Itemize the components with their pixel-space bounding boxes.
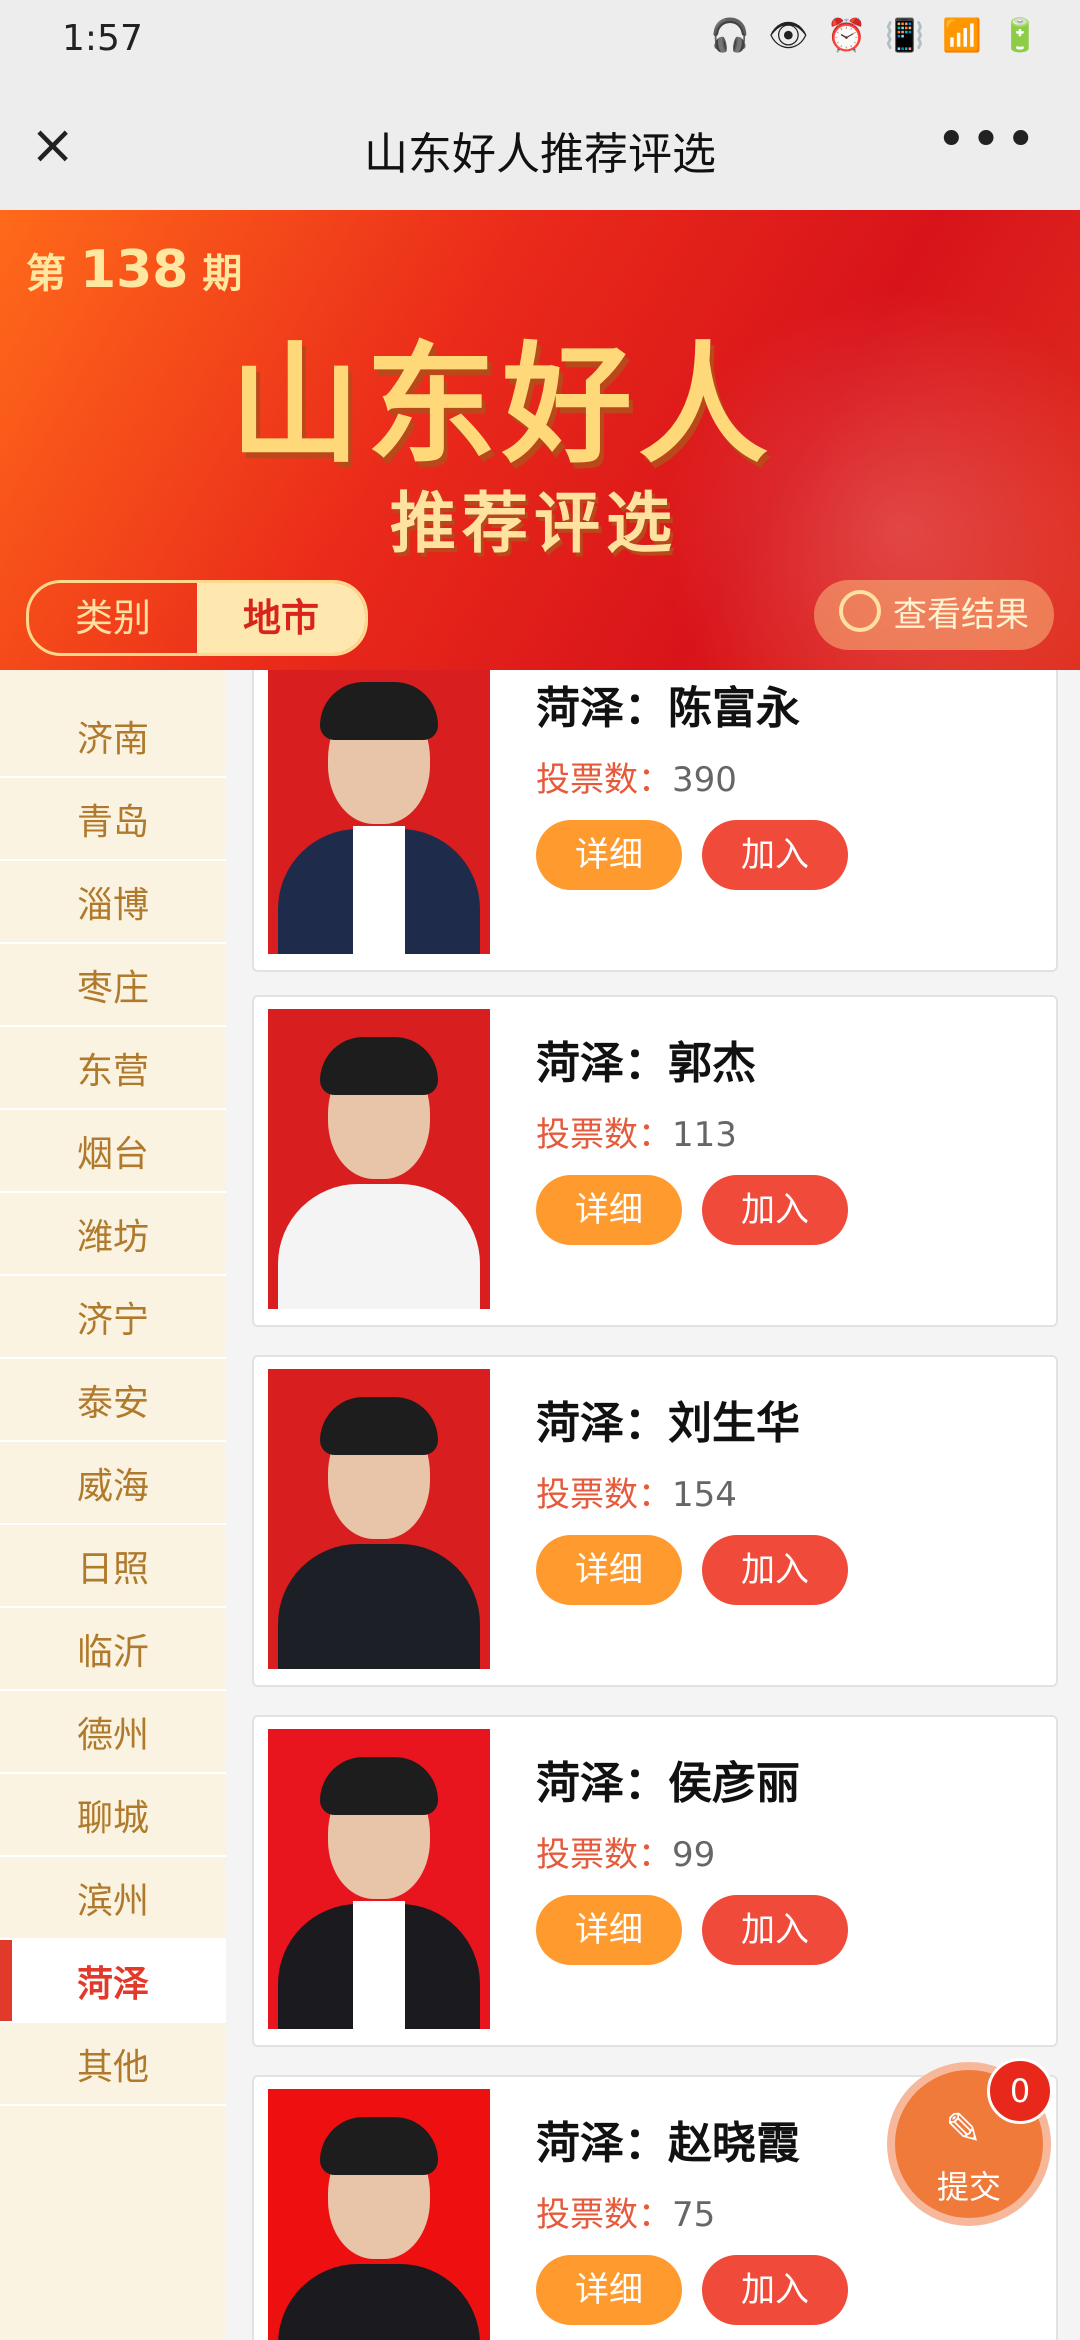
sidebar-item-taian[interactable]: 泰安 bbox=[0, 1359, 226, 1442]
sidebar-item-yantai[interactable]: 烟台 bbox=[0, 1110, 226, 1193]
candidate-name: 菏泽：侯彦丽 bbox=[536, 1758, 800, 1809]
sidebar-item-jinan[interactable]: 济南 bbox=[0, 695, 226, 778]
sidebar-item-zaozhuang[interactable]: 枣庄 bbox=[0, 944, 226, 1027]
alarm-icon: ⏰ bbox=[826, 16, 867, 54]
battery-icon: 🔋 bbox=[1000, 16, 1040, 54]
candidate-name: 菏泽：郭杰 bbox=[536, 1038, 756, 1089]
vote-count: 投票数：113 bbox=[536, 1115, 737, 1155]
sidebar-item-other[interactable]: 其他 bbox=[0, 2023, 226, 2106]
tab-category[interactable]: 类别 bbox=[29, 583, 197, 653]
city-sidebar: 济南 青岛 淄博 枣庄 东营 烟台 潍坊 济宁 泰安 威海 日照 临沂 德州 聊… bbox=[0, 670, 226, 2340]
candidate-card: 菏泽：刘生华 投票数：154 详细 加入 bbox=[252, 1355, 1058, 1687]
join-button[interactable]: 加入 bbox=[702, 1535, 848, 1605]
candidate-photo bbox=[268, 1729, 490, 2029]
vote-count: 投票数：99 bbox=[536, 1835, 716, 1875]
sidebar-item-linyi[interactable]: 临沂 bbox=[0, 1608, 226, 1691]
sidebar-item-qingdao[interactable]: 青岛 bbox=[0, 778, 226, 861]
submit-count-badge: 0 bbox=[987, 2058, 1053, 2124]
status-icons: 🎧 👁 ⏰ 📳 📶 🔋 bbox=[710, 16, 1040, 54]
detail-button[interactable]: 详细 bbox=[536, 1175, 682, 1245]
sidebar-item-jining[interactable]: 济宁 bbox=[0, 1276, 226, 1359]
status-time: 1:57 bbox=[62, 18, 143, 59]
sidebar-item-heze[interactable]: 菏泽 bbox=[0, 1940, 226, 2023]
candidate-card: 菏泽：郭杰 投票数：113 详细 加入 bbox=[252, 995, 1058, 1327]
banner-sub-title: 推荐评选 bbox=[390, 485, 678, 562]
candidate-card: 菏泽：侯彦丽 投票数：99 详细 加入 bbox=[252, 1715, 1058, 2047]
submit-button[interactable]: ✎ 提交 0 bbox=[895, 2058, 1053, 2218]
candidate-name: 菏泽：陈富永 bbox=[536, 683, 800, 734]
pen-icon: ✎ bbox=[945, 2104, 982, 2155]
issue-suffix: 期 bbox=[202, 251, 243, 297]
join-button[interactable]: 加入 bbox=[702, 2255, 848, 2325]
candidate-photo bbox=[268, 1369, 490, 1669]
join-button[interactable]: 加入 bbox=[702, 820, 848, 890]
vote-count: 投票数：390 bbox=[536, 760, 737, 800]
banner-main-title: 山东好人 bbox=[230, 328, 775, 481]
candidate-photo bbox=[268, 1009, 490, 1309]
more-menu-icon[interactable]: ••• bbox=[936, 110, 1040, 170]
candidate-card: 菏泽：陈富永 投票数：390 详细 加入 bbox=[252, 670, 1058, 972]
sidebar-item-liaocheng[interactable]: 聊城 bbox=[0, 1774, 226, 1857]
award-icon bbox=[839, 590, 881, 632]
view-result-button[interactable]: 查看结果 bbox=[814, 580, 1054, 650]
join-button[interactable]: 加入 bbox=[702, 1895, 848, 1965]
sidebar-item-rizhao[interactable]: 日照 bbox=[0, 1525, 226, 1608]
banner: 第 138 期 山东好人 推荐评选 类别 地市 查看结果 bbox=[0, 210, 1080, 670]
candidate-name: 菏泽：刘生华 bbox=[536, 1398, 800, 1449]
detail-button[interactable]: 详细 bbox=[536, 2255, 682, 2325]
vibrate-icon: 📳 bbox=[884, 16, 925, 54]
issue-label: 第 138 期 bbox=[26, 240, 242, 300]
page-title: 山东好人推荐评选 bbox=[364, 129, 716, 180]
eye-icon: 👁 bbox=[768, 16, 809, 54]
sidebar-item-dezhou[interactable]: 德州 bbox=[0, 1691, 226, 1774]
wifi-icon: 📶 bbox=[942, 16, 983, 54]
sidebar-item-binzhou[interactable]: 滨州 bbox=[0, 1857, 226, 1940]
title-bar: × 山东好人推荐评选 ••• bbox=[0, 80, 1080, 210]
view-result-label: 查看结果 bbox=[893, 595, 1029, 635]
issue-prefix: 第 bbox=[26, 251, 66, 297]
sidebar-item-weifang[interactable]: 潍坊 bbox=[0, 1193, 226, 1276]
vote-count: 投票数：75 bbox=[536, 2195, 716, 2235]
join-button[interactable]: 加入 bbox=[702, 1175, 848, 1245]
submit-label: 提交 bbox=[936, 2168, 1001, 2206]
detail-button[interactable]: 详细 bbox=[536, 820, 682, 890]
detail-button[interactable]: 详细 bbox=[536, 1895, 682, 1965]
sidebar-item-dongying[interactable]: 东营 bbox=[0, 1027, 226, 1110]
candidate-photo bbox=[268, 670, 490, 954]
status-bar: 1:57 🎧 👁 ⏰ 📳 📶 🔋 bbox=[0, 0, 1080, 80]
headphones-icon: 🎧 bbox=[710, 16, 750, 54]
issue-number: 138 bbox=[79, 240, 189, 300]
vote-count: 投票数：154 bbox=[536, 1475, 737, 1515]
tab-city[interactable]: 地市 bbox=[197, 583, 365, 653]
detail-button[interactable]: 详细 bbox=[536, 1535, 682, 1605]
sidebar-item-zibo[interactable]: 淄博 bbox=[0, 861, 226, 944]
candidate-photo bbox=[268, 2089, 490, 2340]
candidate-name: 菏泽：赵晓霞 bbox=[536, 2118, 800, 2169]
sidebar-item-weihai[interactable]: 威海 bbox=[0, 1442, 226, 1525]
category-toggle: 类别 地市 bbox=[26, 580, 368, 656]
